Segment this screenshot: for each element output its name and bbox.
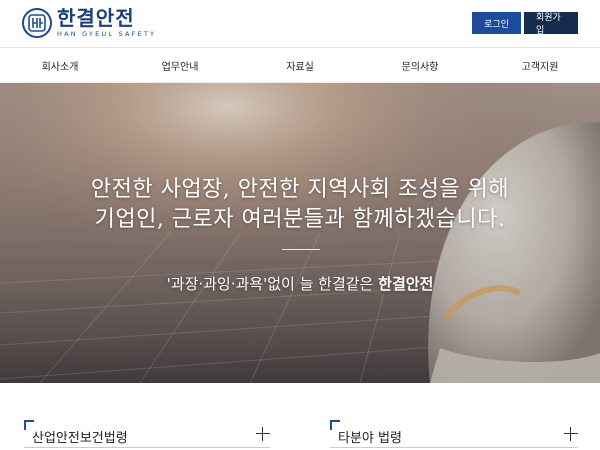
nav-item-support[interactable]: 고객지원 [480, 48, 600, 82]
nav-item-inquiry[interactable]: 문의사항 [360, 48, 480, 82]
plus-icon[interactable] [564, 427, 578, 441]
logo[interactable]: 한결안전 HAN GYEUL SAFETY [22, 7, 156, 39]
law-section-industrial-safety: 산업안전보건법령 [24, 420, 270, 450]
auth-buttons: 로그인 회원가입 [472, 12, 578, 36]
logo-mark-icon [22, 8, 52, 38]
hero-subtitle-prefix: '과장·과잉·과욕'없이 늘 한결같은 [166, 275, 379, 293]
nav-item-resources[interactable]: 자료실 [240, 48, 360, 82]
hero-subtitle-brand: 한결안전 [378, 275, 434, 293]
hero-subtitle: '과장·과잉·과욕'없이 늘 한결같은 한결안전 [0, 273, 600, 294]
logo-title: 한결안전 [57, 6, 135, 30]
plus-icon[interactable] [256, 427, 270, 441]
hero-headline-line1: 안전한 사업장, 안전한 지역사회 조성을 위해 [90, 177, 510, 202]
section-title-industrial-safety: 산업안전보건법령 [32, 431, 128, 446]
divider [330, 447, 578, 448]
main-nav: 회사소개 업무안내 자료실 문의사항 고객지원 [0, 48, 600, 83]
hero-banner: 안전한 사업장, 안전한 지역사회 조성을 위해 기업인, 근로자 여러분들과 … [0, 83, 600, 383]
nav-item-services[interactable]: 업무안내 [120, 48, 240, 82]
nav-item-company[interactable]: 회사소개 [0, 48, 120, 82]
section-title-other-laws: 타분야 법령 [338, 431, 402, 446]
hero-headline-line2: 기업인, 근로자 여러분들과 함께하겠습니다. [94, 207, 506, 232]
login-button[interactable]: 로그인 [472, 12, 521, 34]
divider [24, 447, 270, 448]
site-header: 한결안전 HAN GYEUL SAFETY 로그인 회원가입 [0, 0, 600, 48]
join-button[interactable]: 회원가입 [524, 12, 578, 36]
logo-subtitle: HAN GYEUL SAFETY [57, 30, 157, 38]
hero-divider [282, 249, 320, 250]
law-section-other: 타분야 법령 [330, 420, 578, 450]
